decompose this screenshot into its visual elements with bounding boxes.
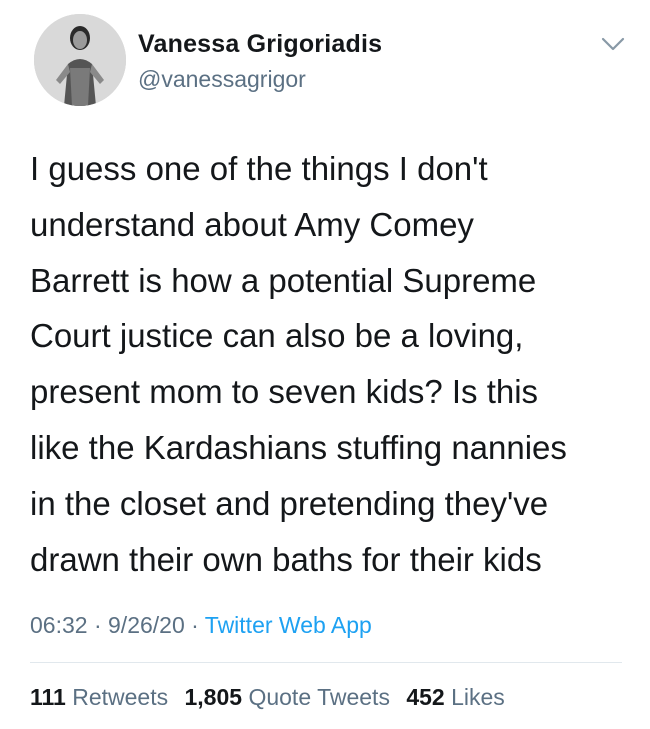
retweets-stat[interactable]: 111 Retweets <box>30 684 168 710</box>
likes-count: 452 <box>406 684 445 710</box>
meta-separator: · <box>87 612 109 638</box>
author-handle[interactable]: @vanessagrigor <box>138 66 306 93</box>
tweet-source-link[interactable]: Twitter Web App <box>205 612 372 638</box>
retweets-label: Retweets <box>72 684 169 710</box>
quote-tweets-label: Quote Tweets <box>248 684 390 710</box>
profile-photo-icon <box>34 14 126 106</box>
quote-tweets-count: 1,805 <box>184 684 243 710</box>
likes-label: Likes <box>451 684 505 710</box>
tweet-stats: 111 Retweets 1,805 Quote Tweets 452 Like… <box>30 684 515 711</box>
tweet-time[interactable]: 06:32 <box>30 612 88 638</box>
avatar[interactable] <box>34 14 126 106</box>
tweet-text: I guess one of the things I don't unders… <box>30 150 567 578</box>
tweet-meta: 06:32 · 9/26/20 · Twitter Web App <box>30 612 372 639</box>
quote-tweets-stat[interactable]: 1,805 Quote Tweets <box>185 684 390 710</box>
likes-stat[interactable]: 452 Likes <box>406 684 504 710</box>
author-name[interactable]: Vanessa Grigoriadis <box>138 30 382 59</box>
tweet-date[interactable]: 9/26/20 <box>108 612 185 638</box>
chevron-down-icon[interactable] <box>600 34 626 54</box>
meta-separator: · <box>184 612 205 638</box>
tweet-header: Vanessa Grigoriadis @vanessagrigor <box>34 14 634 110</box>
divider <box>30 662 622 663</box>
retweets-count: 111 <box>30 684 66 710</box>
